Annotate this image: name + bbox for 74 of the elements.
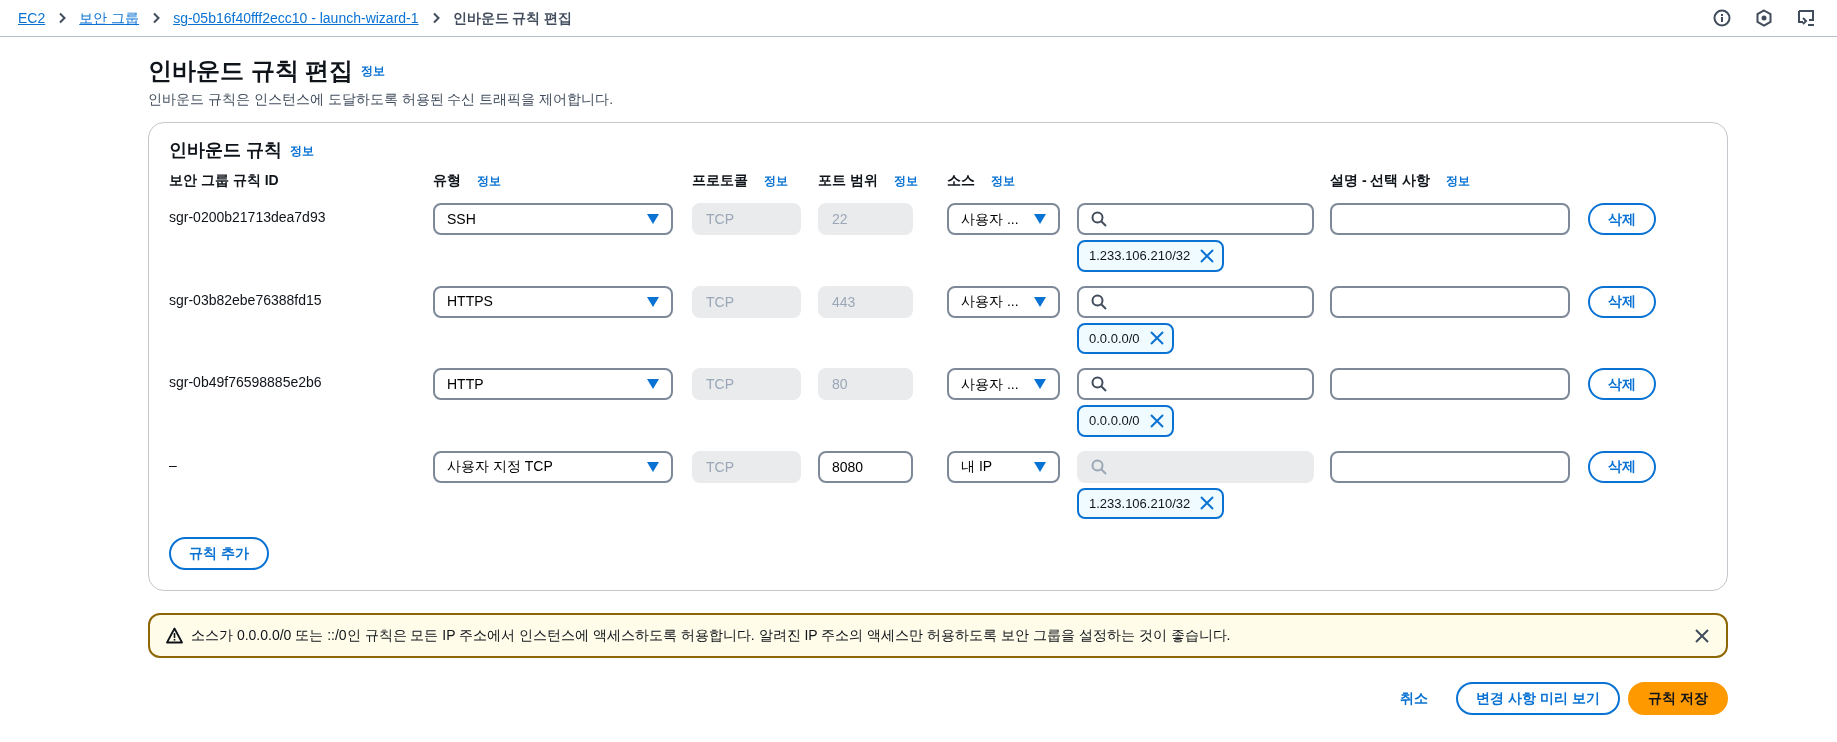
close-icon[interactable] — [1694, 627, 1710, 644]
cancel-button[interactable]: 취소 — [1380, 684, 1449, 713]
port-field[interactable]: 8080 — [818, 450, 913, 483]
delete-button[interactable]: 삭제 — [1588, 203, 1656, 235]
type-select[interactable]: HTTP — [433, 368, 673, 400]
caret-icon — [1034, 214, 1046, 224]
column-header: 소스 — [947, 171, 975, 190]
delete-button[interactable]: 삭제 — [1588, 368, 1656, 400]
info-link[interactable]: 정보 — [290, 141, 314, 160]
hexagon-icon[interactable] — [1755, 9, 1773, 27]
column-header: 포트 범위 — [818, 171, 878, 190]
alert-message: 소스가 0.0.0.0/0 또는 ::/0인 규칙은 모든 IP 주소에서 인스턴스에 액세스하도록 허용합니다. 알려진 IP 주소의 액세스만 허용하도록 보안 그룹을 설정하는 것이 좋습니다. — [191, 626, 1231, 645]
source-select[interactable]: 사용자 ... — [947, 285, 1060, 318]
source-token: 1.233.106.210/32 — [1077, 240, 1225, 272]
source-token: 0.0.0.0/0 — [1077, 322, 1174, 354]
rule-id: – — [169, 456, 177, 473]
type-select[interactable]: HTTPS — [433, 285, 673, 318]
rule-id: sgr-03b82ebe76388fd15 — [169, 291, 322, 308]
breadcrumb-current: 인바운드 규칙 편집 — [452, 8, 573, 28]
caret-icon — [647, 379, 659, 389]
search-icon — [1091, 211, 1107, 227]
description-field[interactable] — [1330, 368, 1570, 400]
remove-icon[interactable] — [1149, 331, 1164, 346]
source-select[interactable]: 내 IP — [947, 450, 1060, 483]
info-link[interactable]: 정보 — [361, 62, 386, 80]
breadcrumb-link[interactable]: EC2 — [18, 7, 46, 29]
search-field[interactable] — [1077, 368, 1314, 400]
column-header: 보안 그룹 규칙 ID — [169, 171, 279, 190]
search-icon — [1091, 376, 1107, 392]
search-icon — [1091, 458, 1107, 475]
save-rules-button[interactable]: 규칙 저장 — [1628, 682, 1728, 715]
type-select[interactable]: SSH — [433, 203, 673, 235]
column-header: 프로토콜 — [692, 171, 748, 190]
remove-icon[interactable] — [1149, 413, 1164, 428]
search-icon — [1091, 293, 1107, 310]
add-rule-button[interactable]: 규칙 추가 — [169, 537, 269, 570]
warning-icon — [166, 627, 183, 644]
caret-icon — [1034, 296, 1046, 307]
info-link[interactable]: 정보 — [477, 171, 501, 190]
caret-icon — [647, 296, 659, 307]
info-link[interactable]: 정보 — [1446, 171, 1471, 190]
remove-icon[interactable] — [1200, 496, 1215, 511]
info-icon[interactable] — [1713, 9, 1731, 27]
search-field[interactable] — [1077, 285, 1314, 318]
terminal-icon[interactable] — [1797, 9, 1815, 27]
description-field[interactable] — [1330, 285, 1570, 318]
info-link[interactable]: 정보 — [764, 171, 788, 190]
type-select[interactable]: 사용자 지정 TCP — [433, 450, 673, 483]
remove-icon[interactable] — [1200, 248, 1215, 263]
search-field[interactable] — [1077, 203, 1314, 235]
caret-icon — [1034, 379, 1046, 389]
breadcrumb-link[interactable]: 보안 그룹 — [79, 7, 140, 29]
caret-icon — [647, 214, 659, 224]
page-title: 인바운드 규칙 편집 — [148, 56, 354, 86]
caret-icon — [1034, 461, 1046, 472]
column-header: 유형 — [433, 171, 461, 190]
column-header: 설명 - 선택 사항 — [1330, 171, 1431, 190]
caret-icon — [647, 461, 659, 472]
preview-changes-button[interactable]: 변경 사항 미리 보기 — [1456, 682, 1621, 715]
page-description: 인바운드 규칙은 인스턴스에 도달하도록 허용된 수신 트래픽을 제어합니다. — [148, 90, 615, 109]
description-field[interactable] — [1330, 450, 1570, 483]
rule-id: sgr-0b49f76598885e2b6 — [169, 374, 322, 390]
delete-button[interactable]: 삭제 — [1588, 450, 1656, 483]
info-link[interactable]: 정보 — [893, 171, 918, 190]
info-link[interactable]: 정보 — [991, 171, 1015, 190]
source-token: 1.233.106.210/32 — [1077, 487, 1225, 519]
source-select[interactable]: 사용자 ... — [947, 368, 1060, 400]
rule-id: sgr-0200b21713dea7d93 — [169, 209, 326, 225]
delete-button[interactable]: 삭제 — [1588, 285, 1656, 318]
breadcrumb-link[interactable]: sg-05b16f40fff2ecc10 - launch-wizard-1 — [173, 7, 419, 29]
source-select[interactable]: 사용자 ... — [947, 203, 1060, 235]
source-token: 0.0.0.0/0 — [1077, 405, 1174, 437]
description-field[interactable] — [1330, 203, 1570, 235]
panel-title: 인바운드 규칙 — [169, 139, 282, 162]
